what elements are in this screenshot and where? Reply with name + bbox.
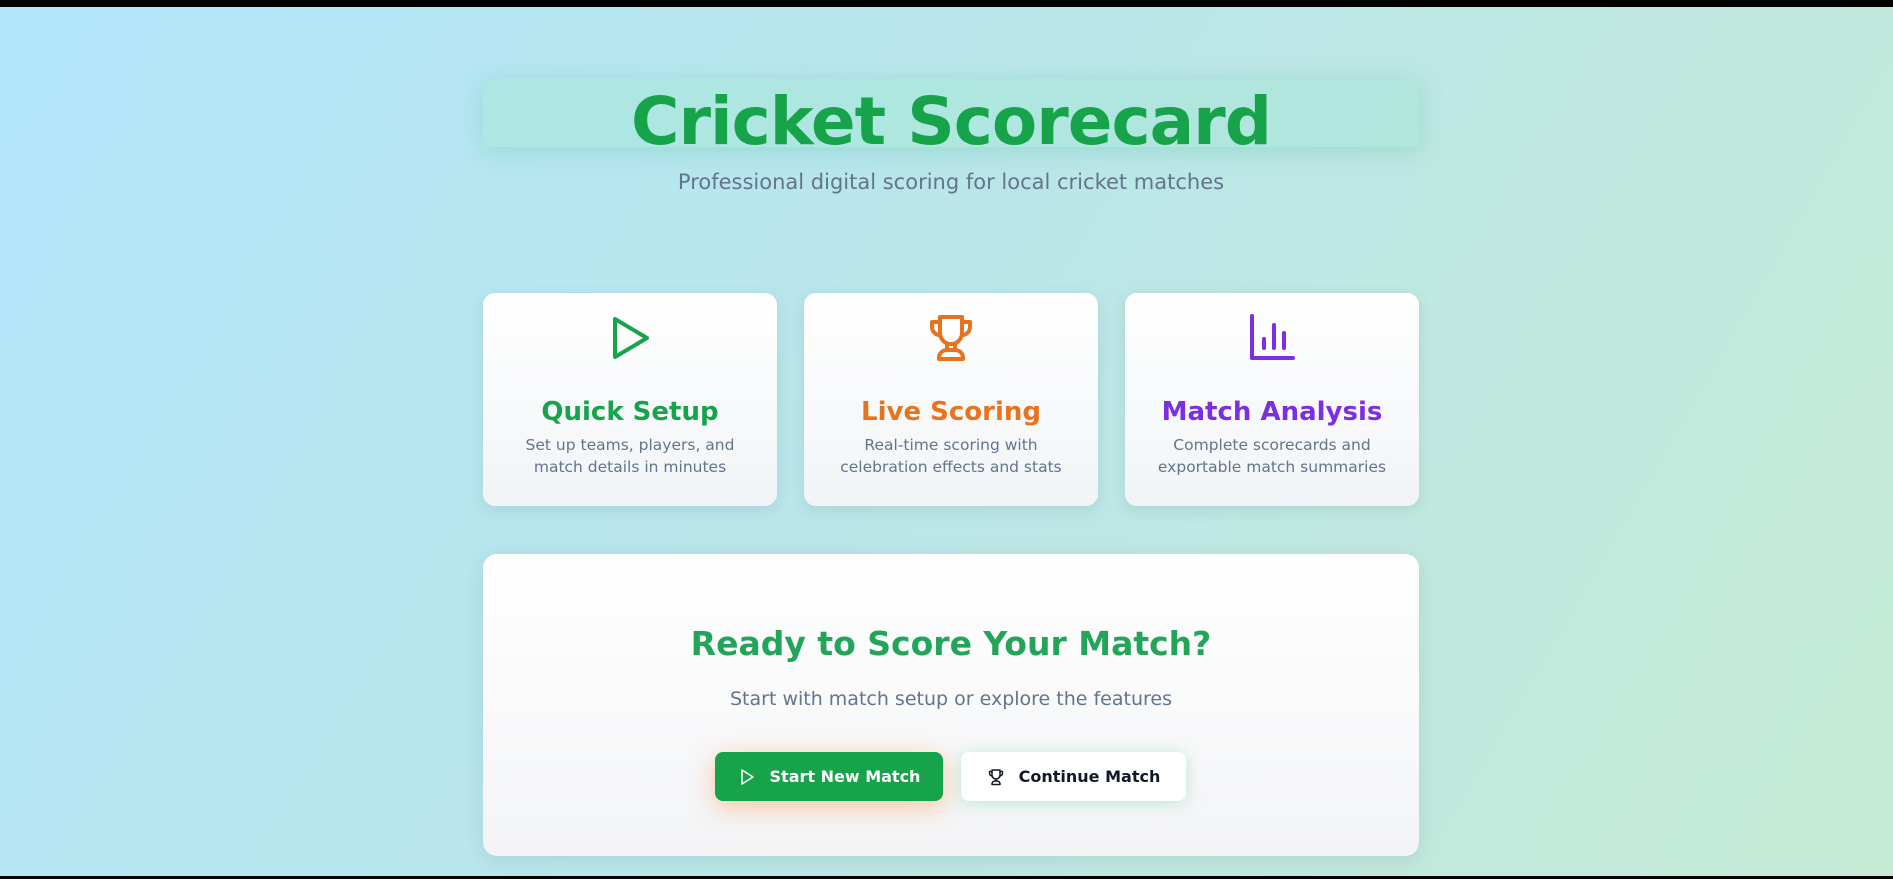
play-icon: [740, 768, 754, 785]
feature-card-live-scoring: Live Scoring Real-time scoring with cele…: [804, 293, 1098, 506]
trophy-icon: [988, 768, 1003, 785]
feature-title: Live Scoring: [861, 397, 1041, 427]
feature-card-match-analysis: Match Analysis Complete scorecards and e…: [1125, 293, 1419, 506]
feature-cards: Quick Setup Set up teams, players, and m…: [483, 293, 1419, 506]
feature-title: Match Analysis: [1161, 397, 1383, 427]
feature-description: Real-time scoring with celebration effec…: [840, 436, 1062, 476]
start-new-match-button[interactable]: Start New Match: [715, 752, 943, 801]
cta-title: Ready to Score Your Match?: [690, 624, 1212, 663]
feature-description: Set up teams, players, and match details…: [525, 436, 735, 476]
feature-description: Complete scorecards and exportable match…: [1157, 436, 1387, 476]
play-icon: [613, 317, 649, 359]
cta-subtitle: Start with match setup or explore the fe…: [730, 688, 1172, 710]
bar-chart-icon: [1250, 314, 1295, 360]
app-viewport: Cricket Scorecard Professional digital s…: [0, 7, 1893, 876]
continue-match-button[interactable]: Continue Match: [961, 752, 1186, 801]
page-subtitle: Professional digital scoring for local c…: [677, 170, 1225, 194]
trophy-icon: [930, 315, 972, 361]
feature-title: Quick Setup: [541, 397, 719, 427]
page-title: Cricket Scorecard: [631, 83, 1272, 160]
cta-panel: Ready to Score Your Match? Start with ma…: [483, 554, 1419, 856]
feature-card-quick-setup: Quick Setup Set up teams, players, and m…: [483, 293, 777, 506]
continue-match-label: Continue Match: [1018, 767, 1161, 786]
start-new-match-label: Start New Match: [769, 767, 921, 786]
